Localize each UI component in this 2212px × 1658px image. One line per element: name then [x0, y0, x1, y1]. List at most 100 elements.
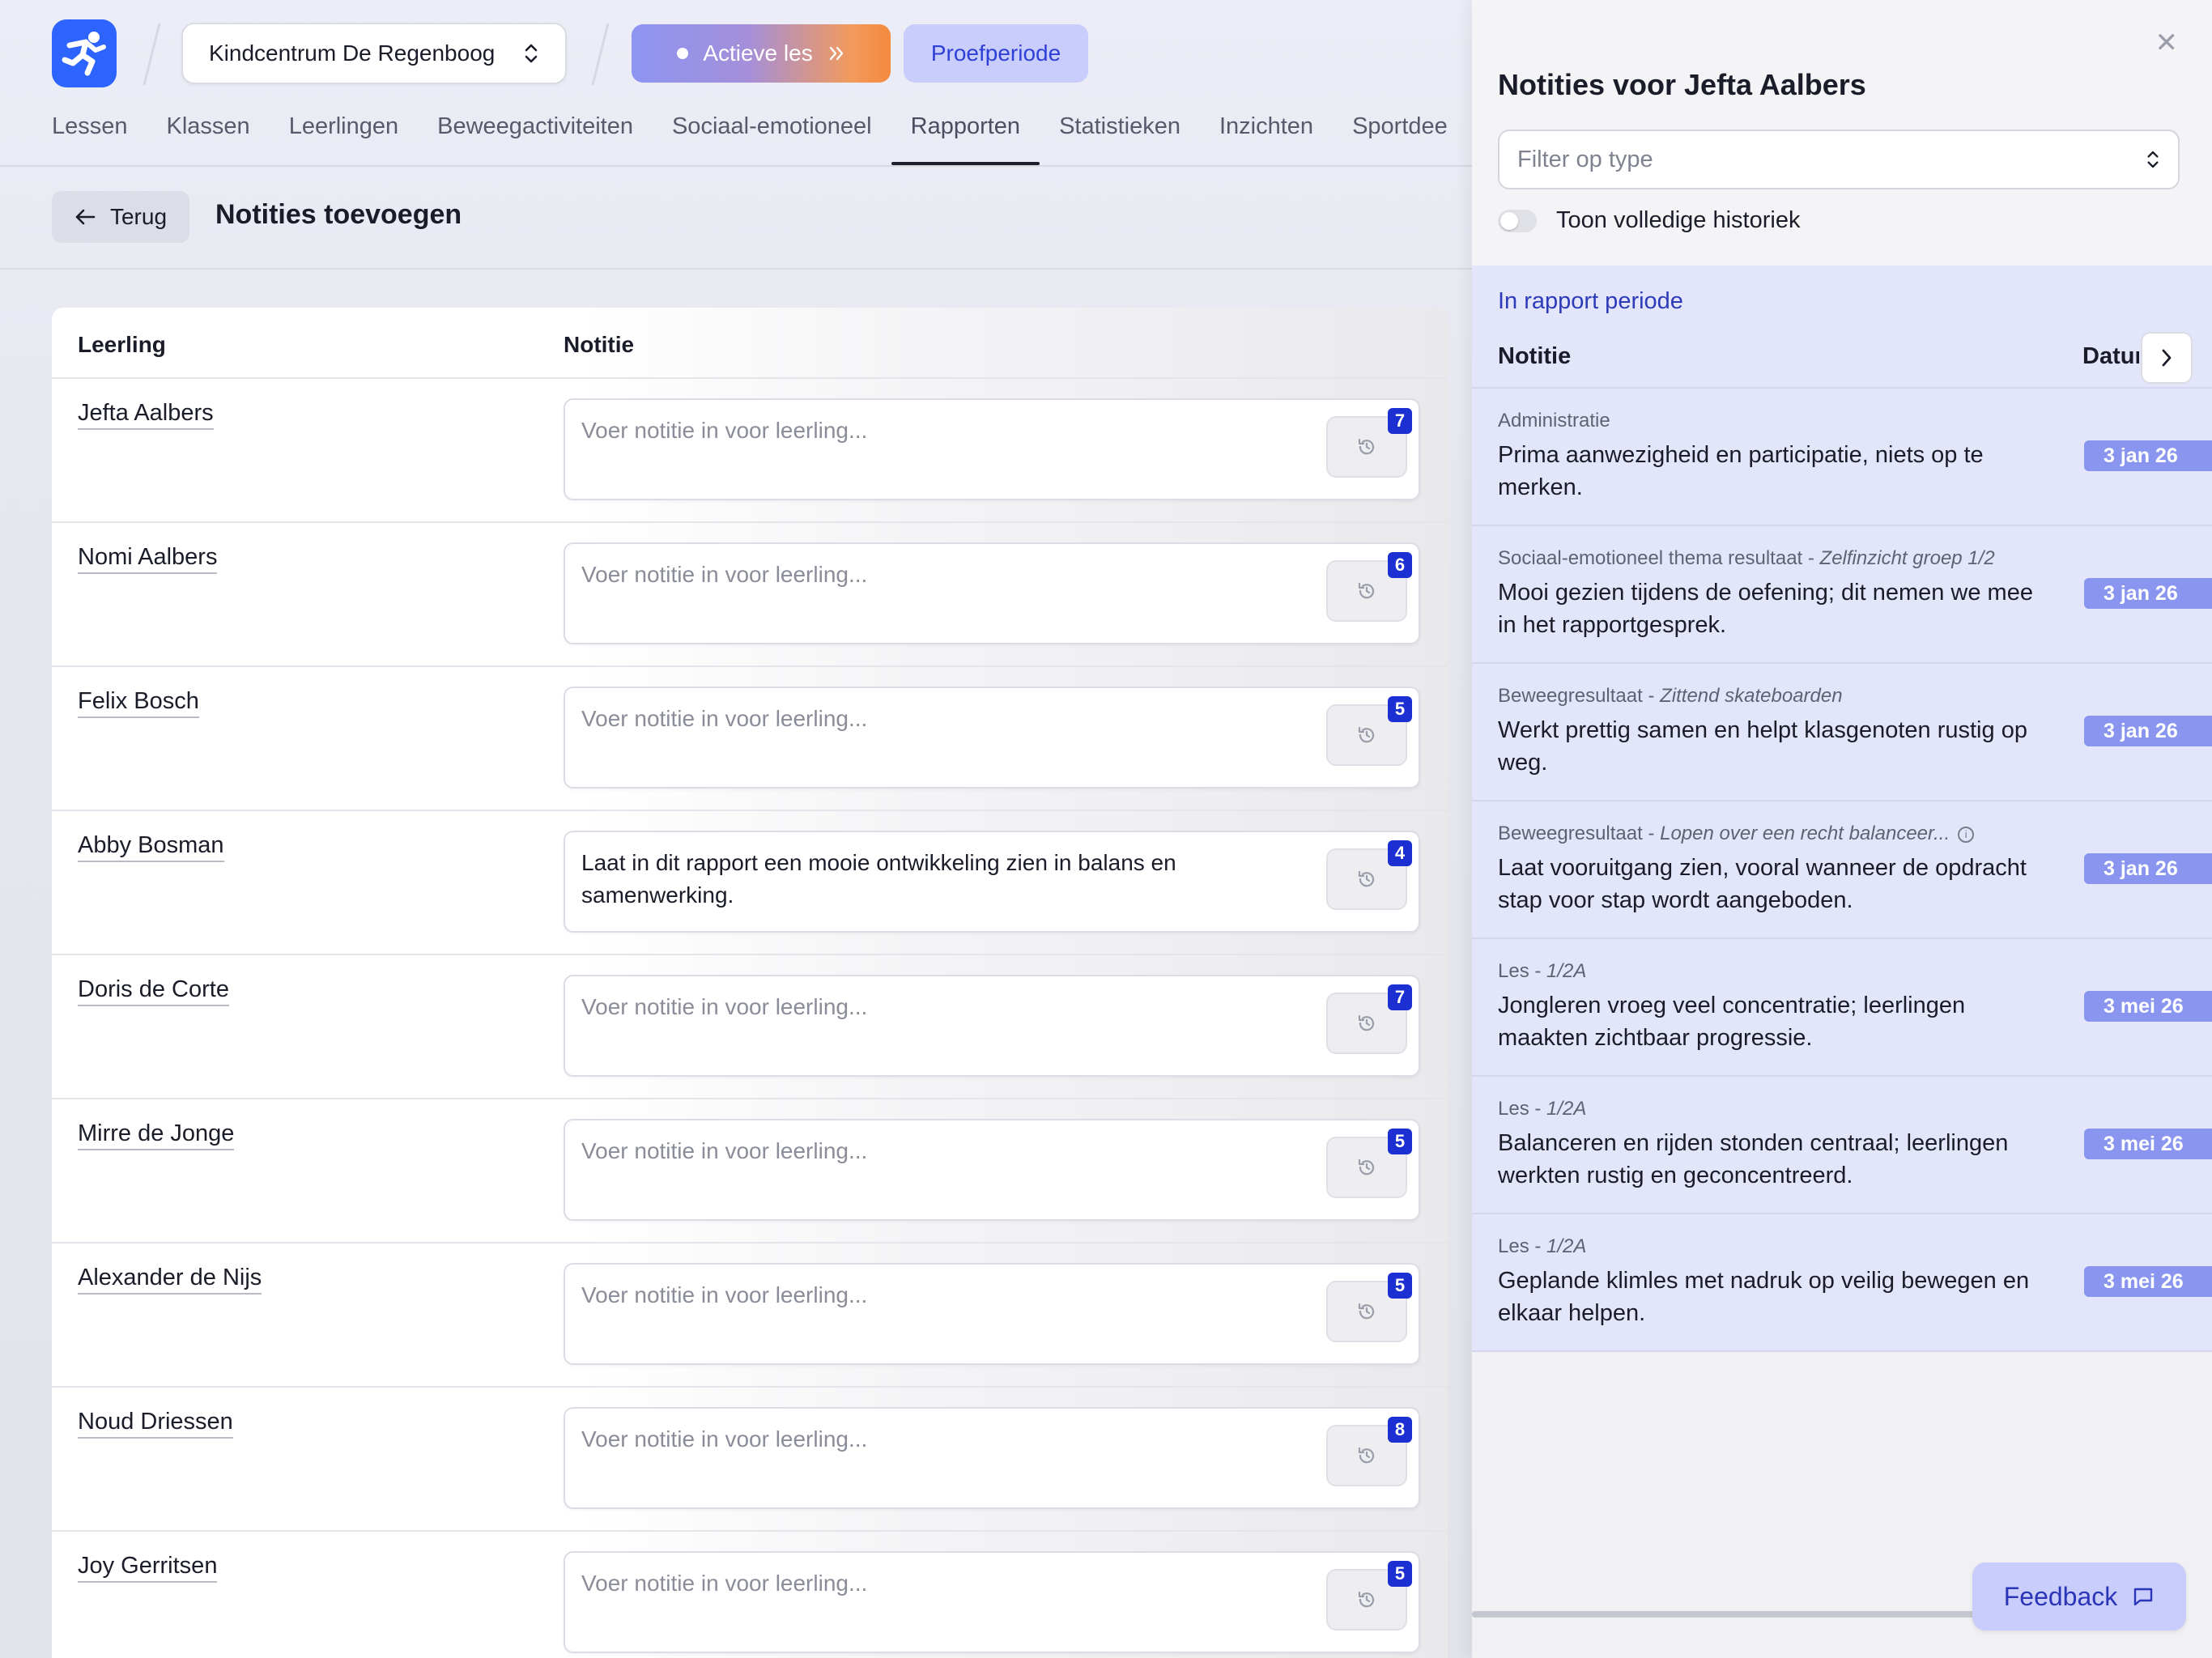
student-name-link[interactable]: Mirre de Jonge [78, 1120, 235, 1150]
note-type-line: Administratie [1498, 410, 1610, 432]
student-name-link[interactable]: Abby Bosman [78, 832, 224, 862]
table-row: Felix Bosch Voer notitie in voor leerling… [52, 667, 1448, 811]
history-icon [1358, 1303, 1375, 1320]
note-type: Les [1498, 1235, 1529, 1257]
nav-statistieken[interactable]: Statistieken [1059, 113, 1180, 165]
filter-type-select[interactable]: Filter op type [1498, 130, 2180, 189]
column-header-student: Leerling [78, 332, 166, 357]
note-type: Sociaal-emotioneel thema resultaat [1498, 547, 1803, 569]
history-note-item[interactable]: Sociaal-emotioneel thema resultaat - Zel… [1472, 526, 2212, 664]
full-history-toggle[interactable] [1498, 209, 1537, 232]
student-name-link[interactable]: Noud Driessen [78, 1409, 233, 1439]
notes-list-header: Notitie Datum [1472, 327, 2212, 387]
note-type-line: Beweegresultaat - Lopen over een recht b… [1498, 823, 1975, 845]
note-input[interactable]: Voer notitie in voor leerling... 8 [564, 1407, 1420, 1509]
student-name-link[interactable]: Doris de Corte [78, 976, 229, 1006]
note-input[interactable]: Voer notitie in voor leerling... 5 [564, 1119, 1420, 1221]
student-name-link[interactable]: Jefta Aalbers [78, 400, 214, 430]
divider [591, 23, 610, 86]
nav-rapporten[interactable]: Rapporten [891, 113, 1040, 165]
report-period-section: In rapport periode Notitie Datum Adminis… [1472, 266, 2212, 1618]
scroll-right-button[interactable] [2141, 332, 2193, 384]
note-count-badge: 5 [1388, 1129, 1412, 1154]
nav-lessen[interactable]: Lessen [52, 113, 128, 165]
history-note-item[interactable]: Beweegresultaat - Lopen over een recht b… [1472, 801, 2212, 939]
note-type-line: Beweegresultaat - Zittend skateboarden [1498, 685, 1843, 707]
nav-klassen[interactable]: Klassen [167, 113, 250, 165]
chevron-right-icon [2162, 349, 2172, 367]
feedback-label: Feedback [2003, 1581, 2118, 1611]
note-date-badge: 3 jan 26 [2084, 716, 2212, 746]
report-period-label: In rapport periode [1498, 288, 1683, 314]
nav-beweegactiviteiten[interactable]: Beweegactiviteiten [437, 113, 633, 165]
history-icon [1358, 1158, 1375, 1175]
note-input-text: Voer notitie in voor leerling... [581, 994, 868, 1019]
note-input[interactable]: Voer notitie in voor leerling... 5 [564, 1263, 1420, 1365]
history-note-item[interactable]: Les - 1/2A Balanceren en rijden stonden c… [1472, 1077, 2212, 1214]
note-input-text: Voer notitie in voor leerling... [581, 1571, 868, 1596]
history-icon [1358, 438, 1375, 455]
note-text: Balanceren en rijden stonden centraal; l… [1498, 1130, 2009, 1188]
history-note-item[interactable]: Administratie Prima aanwezigheid en parti… [1472, 389, 2212, 526]
full-history-label: Toon volledige historiek [1556, 207, 1801, 233]
note-input-text: Voer notitie in voor leerling... [581, 1282, 868, 1307]
note-type: Administratie [1498, 410, 1610, 432]
note-input-text: Voer notitie in voor leerling... [581, 418, 868, 443]
panel-header: ✕ Notities voor Jefta Aalbers Filter op … [1472, 0, 2212, 266]
note-input[interactable]: Voer notitie in voor leerling... 5 [564, 687, 1420, 789]
note-date-badge: 3 jan 26 [2084, 578, 2212, 609]
history-icon [1358, 726, 1375, 743]
note-input[interactable]: Voer notitie in voor leerling... 6 [564, 542, 1420, 644]
note-input[interactable]: Voer notitie in voor leerling... 7 [564, 398, 1420, 500]
status-dot-icon [677, 48, 689, 59]
student-name-link[interactable]: Joy Gerritsen [78, 1553, 218, 1583]
note-text: Jongleren vroeg veel concentratie; leerl… [1498, 993, 1966, 1051]
info-icon[interactable]: i [1958, 826, 1975, 843]
note-text: Laat vooruitgang zien, vooral wanneer de… [1498, 855, 2027, 913]
runner-logo-icon[interactable] [52, 19, 117, 87]
student-name-link[interactable]: Nomi Aalbers [78, 544, 218, 574]
app-header: Kindcentrum De Regenboog Actieve les Pro… [0, 0, 1474, 165]
note-count-badge: 6 [1388, 552, 1412, 578]
table-row: Mirre de Jonge Voer notitie in voor leerl… [52, 1099, 1448, 1244]
note-count-badge: 5 [1388, 696, 1412, 722]
note-text: Werkt prettig samen en helpt klasgenoten… [1498, 717, 2027, 776]
note-type-detail: 1/2A [1546, 1098, 1587, 1120]
nav-sociaal-emotioneel[interactable]: Sociaal-emotioneel [672, 113, 872, 165]
nav-leerlingen[interactable]: Leerlingen [289, 113, 398, 165]
note-count-badge: 8 [1388, 1417, 1412, 1443]
close-icon[interactable]: ✕ [2155, 29, 2179, 57]
history-note-item[interactable]: Beweegresultaat - Zittend skateboarden We… [1472, 664, 2212, 801]
note-date-badge: 3 jan 26 [2084, 440, 2212, 471]
history-icon [1358, 1014, 1375, 1031]
school-select[interactable]: Kindcentrum De Regenboog [181, 23, 567, 84]
note-input-text: Voer notitie in voor leerling... [581, 706, 868, 731]
trial-period-button[interactable]: Proefperiode [904, 24, 1088, 83]
note-input[interactable]: Voer notitie in voor leerling... 5 [564, 1551, 1420, 1653]
chevron-updown-icon [525, 44, 538, 63]
history-icon [1358, 870, 1375, 887]
note-input[interactable]: Voer notitie in voor leerling... 7 [564, 975, 1420, 1077]
chevron-updown-icon [2147, 151, 2159, 168]
feedback-button[interactable]: Feedback [1972, 1562, 2186, 1630]
note-input[interactable]: Laat in dit rapport een mooie ontwikkeli… [564, 831, 1420, 933]
note-type: Les [1498, 960, 1529, 982]
note-type-detail: Zittend skateboarden [1660, 685, 1843, 707]
active-lesson-button[interactable]: Actieve les [632, 24, 891, 83]
full-history-toggle-row: Toon volledige historiek [1498, 207, 1800, 234]
history-note-item[interactable]: Les - 1/2A Geplande klimles met nadruk op… [1472, 1214, 2212, 1352]
back-button-label: Terug [109, 204, 168, 229]
nav-sportdee[interactable]: Sportdee [1352, 113, 1448, 165]
student-name-link[interactable]: Alexander de Nijs [78, 1265, 262, 1295]
notes-side-panel: ✕ Notities voor Jefta Aalbers Filter op … [1472, 0, 2212, 1658]
back-button[interactable]: Terug [52, 191, 189, 243]
nav-inzichten[interactable]: Inzichten [1219, 113, 1313, 165]
column-header-note: Notitie [1498, 343, 1572, 369]
student-name-link[interactable]: Felix Bosch [78, 688, 199, 718]
note-type-line: Les - 1/2A [1498, 1235, 1587, 1257]
divider [143, 23, 161, 86]
main-nav: Lessen Klassen Leerlingen Beweegactivite… [52, 113, 1448, 165]
history-note-item[interactable]: Les - 1/2A Jongleren vroeg veel concentra… [1472, 939, 2212, 1077]
table-row: Noud Driessen Voer notitie in voor leerli… [52, 1388, 1448, 1532]
note-text: Mooi gezien tijdens de oefening; dit nem… [1498, 580, 2033, 638]
